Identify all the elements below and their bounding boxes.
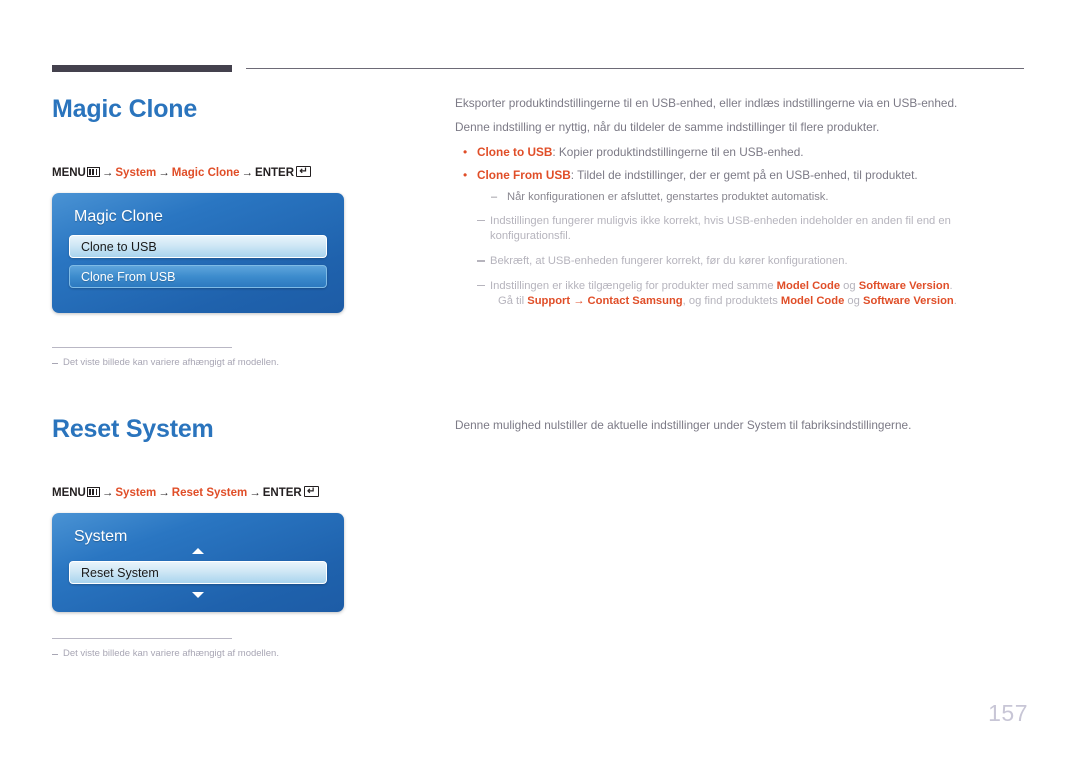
breadcrumb-menu-label: MENU — [52, 486, 86, 499]
note-item: Indstillingen er ikke tilgængelig for pr… — [477, 279, 1025, 310]
note-list: Indstillingen fungerer muligvis ikke kor… — [455, 214, 1025, 310]
breadcrumb-arrow-1: → — [101, 486, 114, 499]
menu-grid-icon — [86, 486, 100, 497]
bullet-clone-from-usb: • Clone From USB: Tildel de indstillinge… — [455, 167, 1025, 184]
breadcrumb-arrow-2: → — [158, 486, 170, 499]
osd-item-label: Clone to USB — [81, 239, 157, 254]
osd-item-clone-to-usb[interactable]: Clone to USB — [69, 235, 327, 259]
note-accent-term: Software Version — [862, 295, 954, 308]
note-accent-term: Software Version — [858, 279, 950, 292]
triangle-up-icon[interactable] — [192, 548, 204, 555]
footnote-dash-icon — [52, 363, 58, 365]
breadcrumb-enter-label: ENTER — [255, 166, 295, 179]
breadcrumb-menu-label: MENU — [52, 166, 86, 179]
bullet-term: Clone From USB — [477, 167, 571, 182]
bullet-text: : Tildel de indstillinger, der er gemt p… — [570, 167, 918, 182]
osd-panel-magic-clone: Magic Clone Clone to USB Clone From USB — [52, 193, 344, 314]
breadcrumb-arrow-3: → — [241, 166, 254, 179]
enter-return-icon — [296, 165, 312, 177]
bullet-clone-to-usb: • Clone to USB: Kopier produktindstillin… — [455, 144, 1025, 161]
footnote-text: Det viste billede kan variere afhængigt … — [63, 648, 279, 660]
bullet-dot-icon: • — [463, 144, 468, 159]
note-body: Bekræft, at USB-enheden fungerer korrekt… — [490, 254, 1025, 270]
osd-item-label: Reset System — [81, 565, 159, 580]
footnote-block-reset-system: Det viste billede kan variere afhængigt … — [52, 638, 344, 660]
note-text: Indstillingen fungerer muligvis ikke kor… — [490, 214, 951, 243]
bullet-body: Clone to USB: Kopier produktindstillinge… — [477, 144, 804, 161]
footnote-block-magic-clone: Det viste billede kan variere afhængigt … — [52, 347, 344, 369]
bullet-body: Clone From USB: Tildel de indstillinger,… — [477, 167, 918, 184]
note-text: og — [840, 279, 859, 292]
breadcrumb-item-system[interactable]: System — [115, 487, 156, 499]
note-dash-icon — [477, 214, 490, 245]
note-accent-term: → — [570, 295, 588, 308]
breadcrumb-reset-system: MENU → System → Reset System → ENTER — [52, 485, 432, 500]
bullet-text: : Kopier produktindstillingerne til en U… — [552, 144, 804, 159]
page-title-reset-system: Reset System — [52, 415, 214, 443]
note-text: Indstillingen er ikke tilgængelig for pr… — [490, 279, 777, 292]
breadcrumb-magic-clone: MENU → System → Magic Clone → ENTER — [52, 165, 432, 180]
bullet-dot-icon: • — [463, 167, 468, 182]
header-rule-thin — [246, 68, 1024, 69]
bullet-term: Clone to USB — [477, 144, 553, 159]
osd-title-magic-clone: Magic Clone — [74, 208, 163, 225]
osd-row-list-magic-clone: Clone to USB Clone From USB — [52, 235, 344, 289]
section-reset-system-right: Denne mulighed nulstiller de aktuelle in… — [455, 418, 1025, 442]
osd-item-reset-system[interactable]: Reset System — [69, 561, 327, 585]
breadcrumb-arrow-1: → — [101, 166, 114, 179]
note-body: Indstillingen fungerer muligvis ikke kor… — [490, 214, 1025, 245]
note-text: . — [953, 295, 957, 308]
note-text: Gå til — [498, 295, 528, 308]
note-item: Indstillingen fungerer muligvis ikke kor… — [477, 214, 1025, 245]
footnote-divider — [52, 347, 232, 349]
note-second-line: Gå til Support → Contact Samsung, og fin… — [490, 294, 1025, 310]
page-number: 157 — [988, 700, 1028, 726]
note-accent-term: Model Code — [780, 295, 845, 308]
osd-item-label: Clone From USB — [81, 269, 176, 284]
triangle-down-icon[interactable] — [192, 592, 204, 599]
note-item: Bekræft, at USB-enheden fungerer korrekt… — [477, 254, 1025, 270]
breadcrumb-arrow-3: → — [249, 486, 261, 499]
note-accent-term: Support — [527, 295, 571, 308]
note-dash-icon — [477, 254, 490, 270]
note-accent-term: Contact Samsung — [587, 295, 683, 308]
section-magic-clone-right: Eksporter produktindstillingerne til en … — [455, 96, 1025, 319]
subnote-dash-icon: – — [491, 191, 498, 204]
section-reset-system-left: Reset System MENU → System → Reset System → EN… — [52, 415, 432, 661]
footnote-text: Det viste billede kan variere afhængigt … — [63, 357, 279, 369]
note-accent-term: Model Code — [776, 279, 841, 292]
footnote-reset-system: Det viste billede kan variere afhængigt … — [52, 648, 344, 660]
enter-return-icon — [303, 485, 319, 497]
note-text: og — [844, 295, 863, 308]
breadcrumb-item-magic-clone[interactable]: Magic Clone — [172, 167, 240, 179]
osd-row-list-system: Reset System — [52, 561, 344, 585]
section-magic-clone-left: Magic Clone MENU → System → Magic Clone → ENTE… — [52, 95, 432, 370]
breadcrumb-item-system[interactable]: System — [115, 167, 156, 179]
intro-line-2: Denne indstilling er nyttig, når du tild… — [455, 119, 880, 134]
osd-item-clone-from-usb[interactable]: Clone From USB — [69, 265, 327, 289]
footnote-dash-icon — [52, 654, 58, 656]
osd-title-system: System — [74, 528, 128, 545]
note-text: . — [949, 279, 953, 292]
breadcrumb-enter-label: ENTER — [262, 486, 302, 499]
note-body: Indstillingen er ikke tilgængelig for pr… — [490, 279, 1025, 310]
breadcrumb-arrow-2: → — [158, 166, 170, 179]
breadcrumb-item-reset-system[interactable]: Reset System — [172, 487, 247, 499]
subnote-restart: – Når konfigurationen er afsluttet, gens… — [491, 190, 1025, 206]
header-rule-thick — [52, 65, 232, 72]
bullet-list: • Clone to USB: Kopier produktindstillin… — [455, 144, 1025, 184]
reset-system-description: Denne mulighed nulstiller de aktuelle in… — [455, 418, 912, 432]
footnote-magic-clone: Det viste billede kan variere afhængigt … — [52, 357, 344, 369]
page-title-magic-clone: Magic Clone — [52, 95, 198, 123]
osd-panel-system: System Reset System — [52, 513, 344, 613]
subnote-text: Når konfigurationen er afsluttet, gensta… — [507, 191, 829, 204]
note-text: Bekræft, at USB-enheden fungerer korrekt… — [490, 255, 848, 268]
note-text: , og find produktets — [682, 295, 781, 308]
footnote-divider — [52, 638, 232, 640]
intro-line-1: Eksporter produktindstillingerne til en … — [455, 96, 958, 110]
menu-grid-icon — [86, 166, 100, 177]
note-dash-icon — [477, 279, 490, 310]
